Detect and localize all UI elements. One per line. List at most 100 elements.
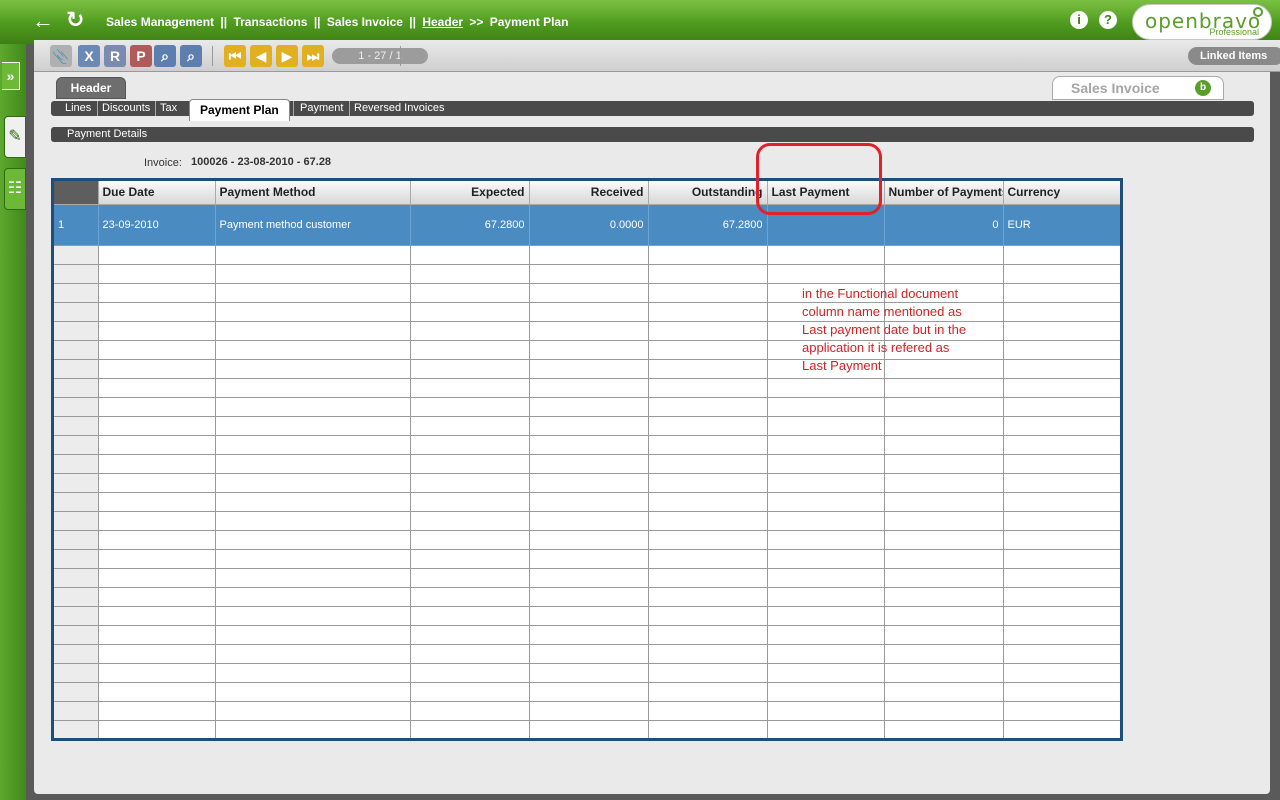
empty-cell [215, 682, 411, 702]
payment-details-section[interactable]: Payment Details [51, 127, 1254, 142]
empty-cell [215, 454, 411, 474]
advanced-search-icon[interactable]: ⌕ [180, 45, 202, 67]
breadcrumb-separator: || [220, 15, 228, 29]
empty-cell [54, 701, 99, 721]
empty-cell [98, 283, 216, 303]
empty-cell [98, 549, 216, 569]
column-header-payment-method[interactable]: Payment Method [215, 181, 411, 205]
empty-table-row [54, 568, 1120, 588]
empty-cell [215, 264, 411, 284]
table-row[interactable]: 1 23-09-2010 Payment method customer 67.… [54, 204, 1120, 246]
empty-cell [648, 492, 768, 512]
cell-received[interactable]: 0.0000 [529, 204, 649, 246]
empty-cell [98, 245, 216, 265]
breadcrumb-header-link[interactable]: Header [422, 15, 463, 29]
empty-cell [884, 720, 1004, 738]
empty-cell [215, 473, 411, 493]
empty-cell [410, 663, 530, 683]
tab-tax[interactable]: Tax [155, 101, 177, 116]
empty-table-row [54, 720, 1120, 738]
empty-cell [410, 701, 530, 721]
cell-due-date[interactable]: 23-09-2010 [98, 204, 216, 246]
window-tab-label: Sales Invoice [1071, 80, 1160, 96]
header-tab[interactable]: Header [56, 77, 126, 99]
empty-cell [648, 435, 768, 455]
empty-cell [1003, 587, 1120, 607]
empty-cell [54, 245, 99, 265]
empty-cell [767, 530, 885, 550]
annotation-line: in the Functional document [802, 286, 959, 301]
help-icon[interactable]: ? [1099, 11, 1117, 29]
breadcrumb-transactions: Transactions [233, 15, 308, 29]
empty-cell [884, 435, 1004, 455]
empty-cell [98, 606, 216, 626]
row-number: 1 [54, 204, 99, 246]
empty-cell [54, 302, 99, 322]
empty-cell [767, 473, 885, 493]
previous-record-icon[interactable]: ◀ [250, 45, 272, 67]
empty-cell [410, 530, 530, 550]
window-tab-sales-invoice[interactable]: Sales Invoice b [1052, 76, 1224, 100]
cell-outstanding[interactable]: 67.2800 [648, 204, 768, 246]
expand-menu-icon[interactable]: » [2, 62, 20, 90]
column-header-currency[interactable]: Currency [1003, 181, 1120, 205]
empty-cell [529, 321, 649, 341]
empty-cell [410, 359, 530, 379]
empty-cell [884, 264, 1004, 284]
empty-cell [98, 492, 216, 512]
cell-payment-method[interactable]: Payment method customer [215, 204, 411, 246]
empty-cell [648, 644, 768, 664]
empty-cell [54, 378, 99, 398]
tab-reversed-invoices[interactable]: Reversed Invoices [349, 101, 445, 116]
search-icon[interactable]: ⌕ [154, 45, 176, 67]
back-arrow-icon[interactable]: ← [32, 10, 56, 32]
empty-cell [54, 264, 99, 284]
report-icon[interactable]: R [104, 45, 126, 67]
first-record-icon[interactable]: ⏮ [224, 45, 246, 67]
empty-table-row [54, 701, 1120, 721]
breadcrumb-separator: || [409, 15, 416, 29]
empty-cell [410, 511, 530, 531]
toolbar: 📎 X R P ⌕ ⌕ ⏮ ◀ ▶ ⏭ 1 - 27 / 1 Linked It… [34, 40, 1280, 72]
empty-cell [215, 606, 411, 626]
excel-export-icon[interactable]: X [78, 45, 100, 67]
column-header-expected[interactable]: Expected [410, 181, 530, 205]
empty-cell [648, 587, 768, 607]
tab-lines[interactable]: Lines [65, 101, 91, 116]
empty-cell [1003, 283, 1120, 303]
edit-view-icon[interactable]: ✎ [4, 116, 26, 158]
empty-cell [1003, 720, 1120, 738]
breadcrumb-payment-plan: Payment Plan [489, 15, 569, 29]
record-counter: 1 - 27 / 1 [332, 48, 428, 64]
empty-table-row [54, 435, 1120, 455]
column-header-due-date[interactable]: Due Date [98, 181, 216, 205]
empty-cell [648, 378, 768, 398]
next-record-icon[interactable]: ▶ [276, 45, 298, 67]
tab-discounts[interactable]: Discounts [97, 101, 150, 116]
empty-table-row [54, 492, 1120, 512]
empty-cell [648, 397, 768, 417]
cell-currency[interactable]: EUR [1003, 204, 1120, 246]
empty-cell [648, 682, 768, 702]
tab-payment[interactable]: Payment [293, 101, 343, 116]
empty-cell [54, 720, 99, 738]
breadcrumb-sales-management: Sales Management [106, 15, 215, 29]
cell-expected[interactable]: 67.2800 [410, 204, 530, 246]
linked-items-button[interactable]: Linked Items [1188, 47, 1280, 65]
info-icon[interactable]: i [1070, 11, 1088, 29]
tab-payment-plan[interactable]: Payment Plan [189, 99, 290, 121]
attachment-icon[interactable]: 📎 [50, 45, 72, 67]
last-record-icon[interactable]: ⏭ [302, 45, 324, 67]
pdf-icon[interactable]: P [130, 45, 152, 67]
annotation-note: in the Functional document column name m… [802, 285, 1002, 375]
empty-cell [648, 340, 768, 360]
column-header-outstanding[interactable]: Outstanding [648, 181, 768, 205]
column-header-received[interactable]: Received [529, 181, 649, 205]
cell-number-of-payments[interactable]: 0 [884, 204, 1004, 246]
top-bar: ← ↻ Sales Management || Transactions || … [0, 0, 1280, 44]
empty-cell [54, 682, 99, 702]
column-header-number-of-payments[interactable]: Number of Payments [884, 181, 1004, 205]
refresh-icon[interactable]: ↻ [66, 8, 90, 32]
grid-view-icon[interactable]: ☷ [4, 168, 26, 210]
empty-cell [410, 549, 530, 569]
